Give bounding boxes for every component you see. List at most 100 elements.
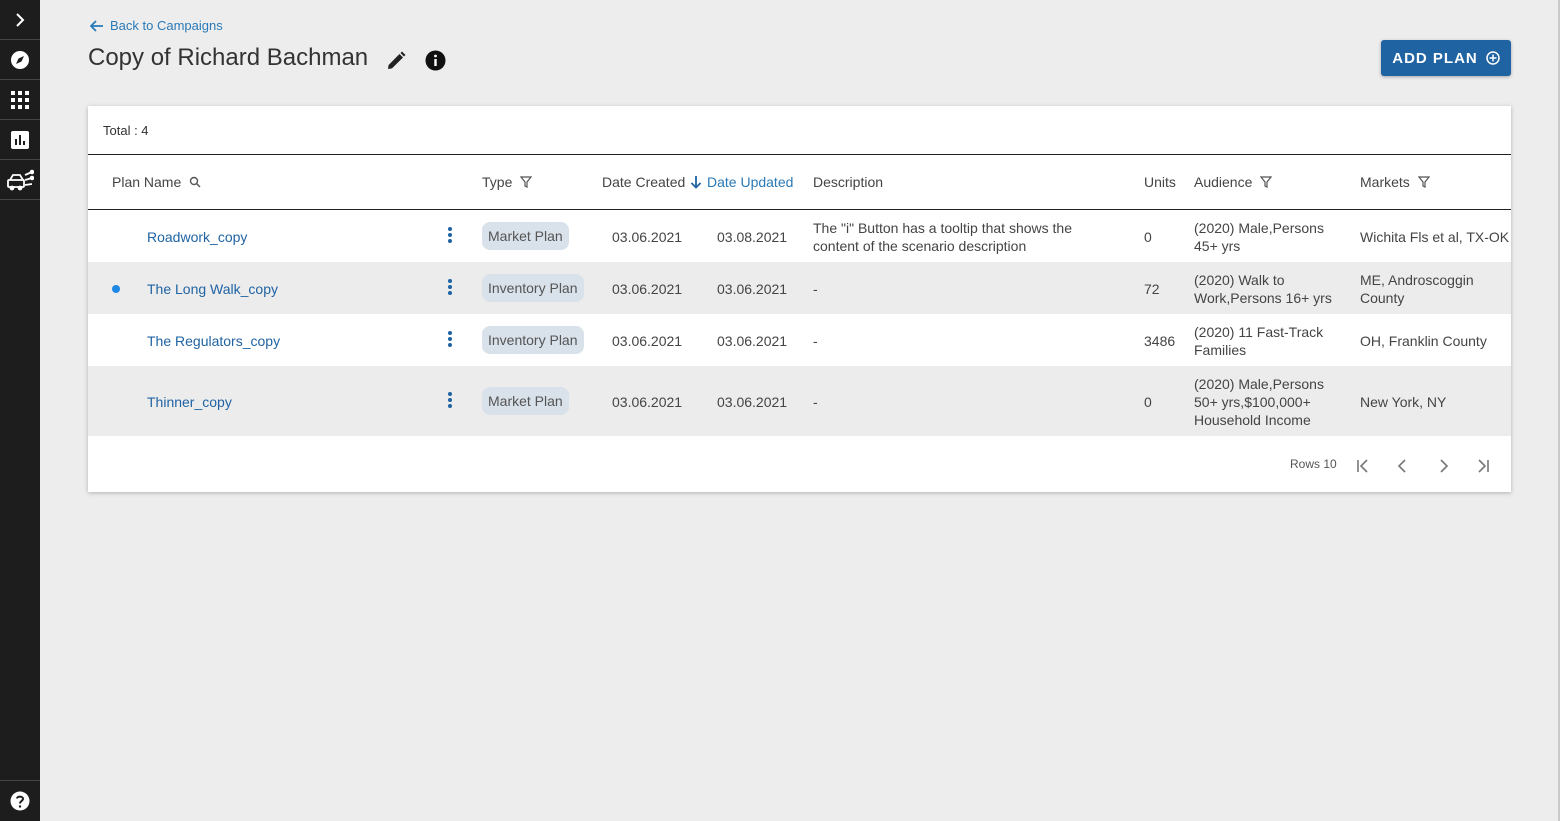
column-header-date-updated[interactable]: Date Updated bbox=[690, 174, 793, 190]
back-to-campaigns-link[interactable]: Back to Campaigns bbox=[90, 18, 223, 33]
column-header-description: Description bbox=[813, 174, 883, 190]
plan-type-chip: Inventory Plan bbox=[482, 326, 584, 354]
plan-name-link[interactable]: Thinner_copy bbox=[147, 393, 232, 411]
filter-icon[interactable] bbox=[520, 176, 533, 188]
expand-sidebar-button[interactable] bbox=[0, 0, 40, 40]
description-line: content of the scenario description bbox=[813, 238, 1027, 254]
arrow-down-icon bbox=[690, 176, 702, 189]
chevron-right-icon bbox=[1440, 459, 1449, 473]
column-label: Date Updated bbox=[707, 174, 794, 190]
plans-table: Total : 4 Plan Name Type Date Created Da… bbox=[88, 106, 1511, 492]
column-header-markets[interactable]: Markets bbox=[1360, 174, 1430, 190]
units: 0 bbox=[1144, 229, 1152, 245]
first-page-button[interactable] bbox=[1353, 456, 1373, 476]
chevron-left-icon bbox=[1397, 459, 1406, 473]
first-page-icon bbox=[1357, 459, 1368, 473]
date-created: 03.06.2021 bbox=[612, 229, 683, 245]
add-plan-button[interactable]: ADD PLAN bbox=[1381, 40, 1511, 76]
vehicles-icon bbox=[7, 169, 34, 190]
table-row[interactable]: The Long Walk_copy Inventory Plan 03.06.… bbox=[88, 262, 1511, 314]
more-vert-icon[interactable] bbox=[447, 278, 453, 296]
description-line: The "i" Button has a tooltip that shows … bbox=[813, 220, 1072, 236]
date-updated: 03.06.2021 bbox=[717, 333, 788, 349]
description-line: - bbox=[813, 333, 818, 349]
column-label: Units bbox=[1144, 174, 1176, 190]
column-header-type[interactable]: Type bbox=[482, 174, 533, 190]
header-divider-top bbox=[88, 154, 1511, 155]
markets-line: Wichita Fls et al, TX-OK bbox=[1360, 229, 1510, 245]
markets-line: ME, Androscoggin bbox=[1360, 272, 1474, 288]
add-plan-label: ADD PLAN bbox=[1392, 49, 1478, 67]
apps-grid-icon bbox=[11, 90, 29, 109]
audience-line: Household Income bbox=[1194, 412, 1311, 428]
date-created: 03.06.2021 bbox=[612, 333, 683, 349]
more-vert-icon[interactable] bbox=[447, 330, 453, 348]
column-label: Markets bbox=[1360, 174, 1410, 190]
markets-line: New York, NY bbox=[1360, 394, 1447, 410]
table-row[interactable]: The Regulators_copy Inventory Plan 03.06… bbox=[88, 314, 1511, 366]
more-vert-icon[interactable] bbox=[447, 226, 453, 244]
column-header-date-created[interactable]: Date Created bbox=[602, 174, 685, 190]
bar-chart-icon bbox=[11, 130, 29, 149]
column-label: Audience bbox=[1194, 174, 1253, 190]
plan-name-link[interactable]: The Long Walk_copy bbox=[147, 280, 278, 298]
selected-indicator-dot bbox=[112, 285, 120, 293]
plan-name-link[interactable]: Roadwork_copy bbox=[147, 228, 247, 246]
help-button[interactable] bbox=[0, 780, 40, 821]
audience-line: 45+ yrs bbox=[1194, 238, 1241, 254]
units: 72 bbox=[1144, 281, 1160, 297]
plan-type-chip: Market Plan bbox=[482, 387, 569, 415]
sidebar-item-explore[interactable] bbox=[0, 40, 40, 80]
search-icon[interactable] bbox=[189, 176, 201, 188]
column-label: Type bbox=[482, 174, 513, 190]
audience-line: 50+ yrs,$100,000+ bbox=[1194, 394, 1311, 410]
description-line: - bbox=[813, 394, 818, 410]
last-page-icon bbox=[1478, 459, 1489, 473]
table-row[interactable]: Roadwork_copy Market Plan 03.06.2021 03.… bbox=[88, 210, 1511, 262]
page-title: Copy of Richard Bachman bbox=[88, 44, 369, 71]
date-updated: 03.06.2021 bbox=[717, 281, 788, 297]
sidebar bbox=[0, 0, 40, 821]
audience-line: (2020) Male,Persons bbox=[1194, 376, 1324, 392]
help-icon bbox=[10, 791, 30, 811]
sidebar-item-vehicles[interactable] bbox=[0, 160, 40, 200]
date-created: 03.06.2021 bbox=[612, 394, 683, 410]
audience-line: Families bbox=[1194, 342, 1247, 358]
sidebar-item-apps[interactable] bbox=[0, 80, 40, 120]
audience-line: (2020) Male,Persons bbox=[1194, 220, 1324, 236]
table-row[interactable]: Thinner_copy Market Plan 03.06.2021 03.0… bbox=[88, 366, 1511, 436]
audience-line: (2020) Walk to bbox=[1194, 272, 1285, 288]
plan-type-chip: Market Plan bbox=[482, 222, 569, 250]
column-label: Date Created bbox=[602, 174, 686, 190]
column-label: Plan Name bbox=[112, 174, 182, 190]
units: 0 bbox=[1144, 394, 1152, 410]
previous-page-button[interactable] bbox=[1393, 456, 1413, 476]
sidebar-item-reports[interactable] bbox=[0, 120, 40, 160]
compass-icon bbox=[11, 50, 29, 69]
date-created: 03.06.2021 bbox=[612, 281, 683, 297]
audience-line: Work,Persons 16+ yrs bbox=[1194, 290, 1332, 306]
chevron-right-icon bbox=[16, 12, 25, 27]
info-button[interactable] bbox=[425, 50, 446, 76]
markets-line: OH, Franklin County bbox=[1360, 333, 1487, 349]
last-page-button[interactable] bbox=[1473, 456, 1493, 476]
units: 3486 bbox=[1144, 333, 1176, 349]
arrow-left-icon bbox=[90, 19, 103, 32]
plan-type-chip: Inventory Plan bbox=[482, 274, 584, 302]
plan-name-link[interactable]: The Regulators_copy bbox=[147, 332, 280, 350]
filter-icon[interactable] bbox=[1417, 176, 1430, 188]
date-updated: 03.06.2021 bbox=[717, 394, 788, 410]
column-header-audience[interactable]: Audience bbox=[1194, 174, 1273, 190]
next-page-button[interactable] bbox=[1433, 456, 1453, 476]
edit-title-button[interactable] bbox=[385, 50, 407, 77]
filter-icon[interactable] bbox=[1260, 176, 1273, 188]
info-icon bbox=[425, 50, 446, 71]
more-vert-icon[interactable] bbox=[447, 391, 453, 409]
audience-line: (2020) 11 Fast-Track bbox=[1194, 324, 1324, 340]
column-header-units: Units bbox=[1144, 174, 1176, 190]
date-updated: 03.08.2021 bbox=[717, 229, 788, 245]
pencil-icon bbox=[388, 51, 406, 69]
rows-per-page[interactable]: Rows 10 bbox=[1290, 457, 1337, 471]
total-count: Total : 4 bbox=[103, 123, 149, 138]
column-header-plan-name[interactable]: Plan Name bbox=[112, 174, 201, 190]
